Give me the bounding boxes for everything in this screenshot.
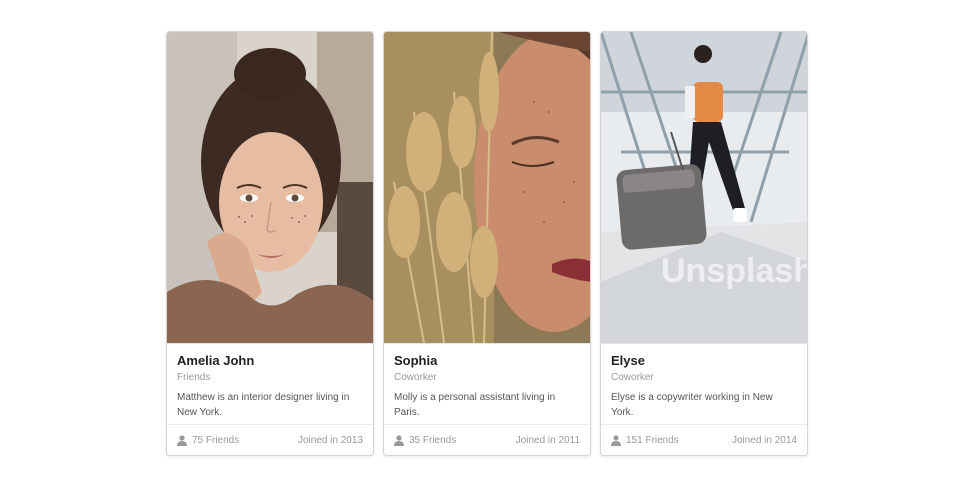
card-name[interactable]: Elyse: [611, 352, 797, 370]
card-description: Matthew is an interior designer living i…: [177, 392, 350, 418]
card-name[interactable]: Sophia: [394, 352, 580, 370]
card-extra: 151 Friends Joined in 2014: [601, 424, 807, 455]
card-description: Elyse is a copywriter working in New Yor…: [611, 392, 773, 418]
joined-date: Joined in 2011: [515, 434, 580, 446]
card-meta: Friends: [177, 372, 211, 383]
card-meta: Coworker: [394, 372, 437, 383]
profile-photo-sophia[interactable]: [384, 32, 590, 343]
profile-card-sophia[interactable]: Sophia Coworker Molly is a personal assi…: [383, 31, 591, 456]
friends-count: 35 Friends: [409, 434, 457, 446]
card-grid: Amelia John Friends Matthew is an interi…: [166, 31, 808, 456]
friends-link[interactable]: 151 Friends: [611, 435, 679, 446]
joined-date: Joined in 2014: [731, 434, 797, 446]
profile-photo-elyse[interactable]: Unsplash: [601, 32, 807, 343]
friends-count: 151 Friends: [626, 434, 679, 446]
joined-date: Joined in 2013: [297, 434, 363, 446]
user-icon: [611, 434, 621, 446]
card-content: Amelia John Friends Matthew is an interi…: [167, 343, 373, 424]
user-icon: [394, 434, 404, 446]
watermark-text: Unsplash: [661, 252, 808, 290]
card-extra: 35 Friends Joined in 2011: [384, 424, 590, 455]
friends-link[interactable]: 75 Friends: [177, 435, 239, 446]
profile-card-elyse[interactable]: Unsplash Elyse Coworker Elyse is a copyw…: [600, 31, 808, 456]
card-content: Sophia Coworker Molly is a personal assi…: [384, 343, 590, 424]
friends-link[interactable]: 35 Friends: [394, 435, 456, 446]
card-name[interactable]: Amelia John: [177, 352, 363, 370]
card-description: Molly is a personal assistant living in …: [394, 392, 556, 418]
friends-count: 75 Friends: [192, 434, 240, 446]
card-extra: 75 Friends Joined in 2013: [167, 424, 373, 455]
profile-photo-amelia[interactable]: [167, 32, 373, 343]
profile-card-amelia[interactable]: Amelia John Friends Matthew is an interi…: [166, 31, 374, 456]
user-icon: [177, 434, 187, 446]
card-meta: Coworker: [611, 372, 654, 383]
card-content: Elyse Coworker Elyse is a copywriter wor…: [601, 343, 807, 424]
